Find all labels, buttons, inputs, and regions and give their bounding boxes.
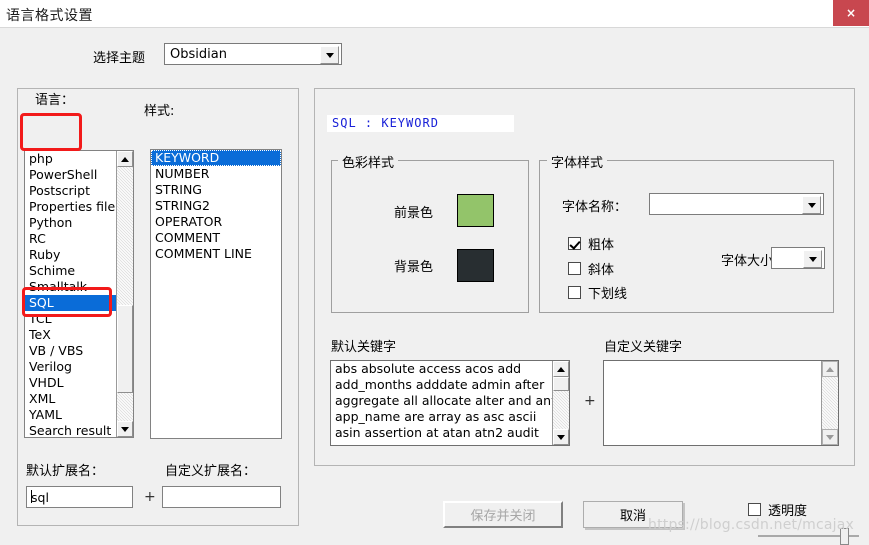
language-label: 语言： [32,89,78,108]
color-style-legend: 色彩样式 [338,152,399,171]
close-button[interactable]: × [833,0,869,26]
keyword-line: app_name are array as asc ascii [335,409,537,424]
language-listbox[interactable]: php PowerShell Postscript Properties file Py… [24,150,134,438]
scroll-up-icon[interactable] [822,361,838,377]
scrollbar-thumb[interactable] [117,305,133,393]
style-listbox[interactable]: KEYWORD NUMBER STRING STRING2 OPERATOR COMMEN… [150,149,282,439]
default-extension-input[interactable]: sql [26,486,133,508]
custom-extension-input[interactable] [162,486,281,508]
style-list-item[interactable]: COMMENT LINE [151,246,281,262]
checkbox-checked-icon[interactable] [568,237,581,250]
checkbox-icon[interactable] [748,503,761,516]
keywords-plus-separator: + [584,393,596,409]
scroll-down-icon[interactable] [553,429,569,445]
style-list-item[interactable]: KEYWORD [151,150,281,166]
checkbox-icon[interactable] [568,286,581,299]
checkbox-icon[interactable] [568,262,581,275]
style-list-item[interactable]: STRING2 [151,198,281,214]
default-keywords-content: abs absolute access acos add add_months a… [331,361,569,441]
chevron-down-icon[interactable] [320,46,339,64]
bold-label: 粗体 [588,238,615,253]
custom-keywords-scrollbar[interactable] [821,361,838,445]
italic-checkbox-row[interactable]: 斜体 [568,259,614,278]
theme-select[interactable]: Obsidian [164,43,342,65]
font-size-select[interactable] [771,247,825,269]
scroll-down-icon[interactable] [117,421,133,437]
style-list-items: KEYWORD NUMBER STRING STRING2 OPERATOR COMMEN… [151,150,281,262]
keyword-line: abs absolute access acos add [335,361,522,376]
background-color-label: 背景色 [394,260,434,275]
font-name-label: 字体名称： [562,200,628,215]
text-caret [31,490,32,503]
dialog-client-area: 选择主题 Obsidian 语言： 样式: php PowerShell Posts… [0,28,869,545]
scroll-down-icon[interactable] [822,429,838,445]
font-style-legend: 字体样式 [547,152,608,171]
default-extension-label: 默认扩展名： [26,464,105,479]
chevron-down-icon[interactable] [802,196,821,214]
preview-header-text: SQL : KEYWORD [332,116,439,130]
keyword-line: aggregate all allocate alter and any [335,393,559,408]
scroll-up-icon[interactable] [117,151,133,167]
default-extension-value: sql [31,490,49,505]
bold-checkbox-row[interactable]: 粗体 [568,234,614,253]
keyword-line: add_months adddate admin after [335,377,545,392]
theme-label: 选择主题 [93,51,146,66]
style-list-item[interactable]: STRING [151,182,281,198]
custom-extension-label: 自定义扩展名： [165,464,257,479]
scrollbar-thumb[interactable] [553,377,569,391]
foreground-color-label: 前景色 [394,206,434,221]
default-keywords-label: 默认关键字 [331,340,397,355]
color-style-fieldset [331,160,529,313]
window-titlebar: 语言格式设置 × [0,0,869,28]
style-label: 样式: [144,104,175,119]
italic-label: 斜体 [588,263,615,278]
scroll-up-icon[interactable] [553,361,569,377]
background-color-swatch[interactable] [457,249,494,282]
foreground-color-swatch[interactable] [457,194,494,227]
style-list-item[interactable]: NUMBER [151,166,281,182]
watermark-text: https://blog.csdn.net/mcajax [648,517,855,533]
chevron-down-icon[interactable] [803,250,822,268]
default-keywords-textarea[interactable]: abs absolute access acos add add_months a… [330,360,570,446]
underline-label: 下划线 [588,287,628,302]
window-title: 语言格式设置 [6,8,93,24]
custom-keywords-textarea[interactable] [603,360,839,446]
extension-plus-separator: + [144,489,156,505]
keyword-line: asin assertion at atan atn2 audit [335,425,539,440]
style-list-item[interactable]: OPERATOR [151,214,281,230]
custom-keywords-label: 自定义关键字 [604,340,683,355]
theme-selected-value: Obsidian [170,47,227,62]
default-keywords-scrollbar[interactable] [552,361,569,445]
font-name-select[interactable] [649,193,824,215]
language-scrollbar[interactable] [116,151,133,437]
style-list-item[interactable]: COMMENT [151,230,281,246]
save-and-close-button[interactable]: 保存并关闭 [443,501,563,528]
preview-header-bar: SQL : KEYWORD [327,115,514,132]
underline-checkbox-row[interactable]: 下划线 [568,283,627,302]
